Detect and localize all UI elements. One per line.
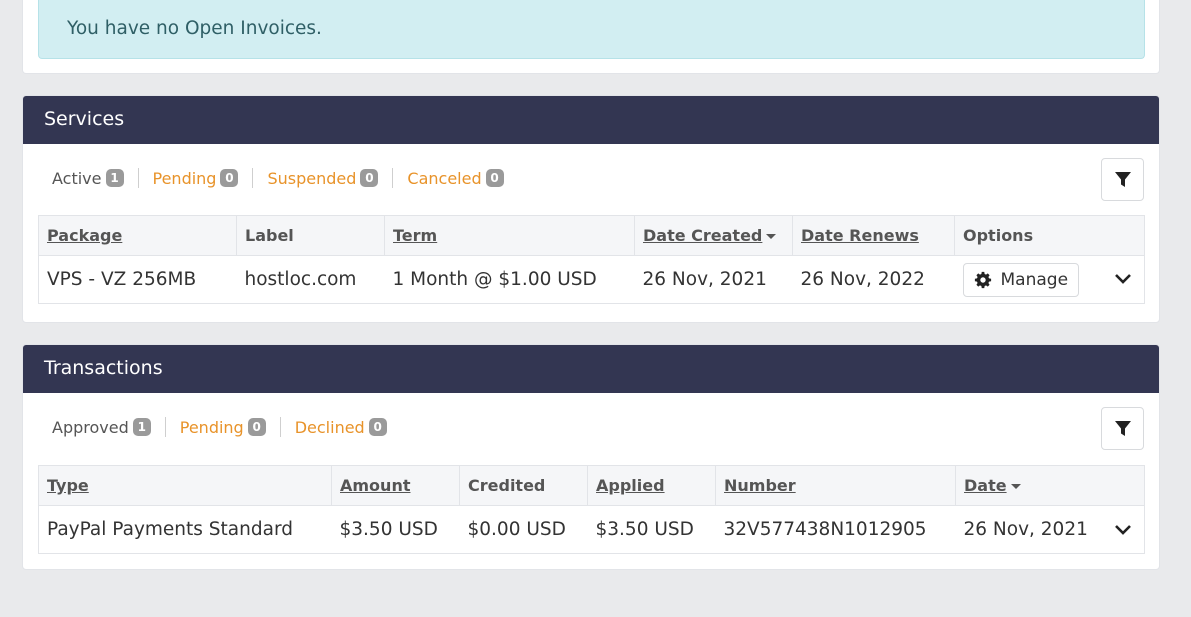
- divider: [137, 168, 139, 188]
- filter-canceled[interactable]: Canceled 0: [407, 169, 504, 188]
- cell-type: PayPal Payments Standard: [47, 519, 293, 540]
- filter-pending[interactable]: Pending 0: [180, 418, 266, 437]
- filter-canceled-count: 0: [485, 169, 504, 187]
- gear-icon: [974, 271, 991, 288]
- table-header-row: Type Amount Credited Applied Number Date: [38, 465, 1145, 506]
- table-row[interactable]: VPS - VZ 256MB hostloc.com 1 Month @ $1.…: [39, 256, 1145, 304]
- col-package[interactable]: Package: [38, 215, 237, 256]
- chevron-down-icon[interactable]: [1114, 273, 1132, 285]
- filter-active-label[interactable]: Active: [52, 169, 102, 188]
- services-status-filters: Active 1 Pending 0 Suspended 0 Canceled …: [52, 168, 504, 188]
- filter-declined[interactable]: Declined 0: [295, 418, 387, 437]
- transactions-filter-button[interactable]: [1101, 407, 1144, 450]
- col-type[interactable]: Type: [38, 465, 332, 506]
- filter-declined-label[interactable]: Declined: [295, 418, 365, 437]
- chevron-down-icon[interactable]: [1114, 524, 1132, 536]
- transactions-card: Transactions Approved 1 Pending 0 Declin…: [22, 344, 1160, 570]
- transactions-header: Transactions: [23, 345, 1159, 393]
- col-term[interactable]: Term: [384, 215, 635, 256]
- filter-icon: [1114, 171, 1131, 187]
- services-title: Services: [44, 108, 125, 130]
- sort-desc-icon: [1010, 484, 1021, 489]
- filter-pending-label[interactable]: Pending: [180, 418, 244, 437]
- filter-declined-count: 0: [368, 418, 387, 436]
- transactions-status-filters: Approved 1 Pending 0 Declined 0: [52, 417, 387, 437]
- transactions-title: Transactions: [44, 357, 163, 379]
- manage-button[interactable]: Manage: [962, 262, 1080, 297]
- services-header: Services: [23, 96, 1159, 144]
- col-number[interactable]: Number: [715, 465, 956, 506]
- col-options: Options: [954, 215, 1145, 256]
- cell-package: VPS - VZ 256MB: [47, 269, 197, 290]
- filter-pending-count: 0: [247, 418, 266, 436]
- table-row[interactable]: PayPal Payments Standard $3.50 USD $0.00…: [39, 506, 1145, 554]
- transactions-table: Type Amount Credited Applied Number Date…: [38, 465, 1145, 554]
- col-applied[interactable]: Applied: [587, 465, 716, 506]
- divider: [392, 168, 394, 188]
- cell-options: Manage: [955, 256, 1145, 304]
- filter-canceled-label[interactable]: Canceled: [407, 169, 481, 188]
- col-amount[interactable]: Amount: [331, 465, 460, 506]
- services-table: Package Label Term Date Created Date Ren…: [38, 215, 1145, 304]
- invoices-card: You have no Open Invoices.: [22, 0, 1160, 74]
- services-card: Services Active 1 Pending 0 Suspended 0 …: [22, 95, 1160, 323]
- filter-active-count: 1: [105, 169, 124, 187]
- alert-text: You have no Open Invoices.: [67, 18, 322, 39]
- manage-button-label: Manage: [1000, 269, 1069, 290]
- col-label: Label: [236, 215, 385, 256]
- filter-approved[interactable]: Approved 1: [52, 418, 151, 437]
- no-invoices-alert: You have no Open Invoices.: [38, 0, 1145, 59]
- filter-approved-label[interactable]: Approved: [52, 418, 129, 437]
- col-date-label[interactable]: Date: [964, 476, 1007, 495]
- col-date[interactable]: Date: [955, 465, 1145, 506]
- filter-icon: [1114, 420, 1131, 436]
- cell-date-renews: 26 Nov, 2022: [800, 269, 925, 290]
- filter-suspended[interactable]: Suspended 0: [267, 169, 379, 188]
- col-credited: Credited: [459, 465, 588, 506]
- filter-suspended-label[interactable]: Suspended: [267, 169, 356, 188]
- col-date-created-label[interactable]: Date Created: [643, 226, 762, 245]
- filter-pending-label[interactable]: Pending: [153, 169, 217, 188]
- filter-active[interactable]: Active 1: [52, 169, 124, 188]
- divider: [279, 417, 281, 437]
- col-date-renews[interactable]: Date Renews: [792, 215, 955, 256]
- sort-desc-icon: [766, 234, 777, 239]
- cell-applied: $3.50 USD: [595, 519, 694, 540]
- cell-date-text: 26 Nov, 2021: [963, 519, 1088, 540]
- divider: [252, 168, 254, 188]
- cell-number: 32V577438N1012905: [723, 519, 927, 540]
- filter-pending[interactable]: Pending 0: [153, 169, 239, 188]
- filter-approved-count: 1: [132, 418, 151, 436]
- cell-date-created: 26 Nov, 2021: [642, 269, 767, 290]
- cell-date: 26 Nov, 2021: [956, 506, 1145, 554]
- cell-term: 1 Month @ $1.00 USD: [392, 269, 597, 290]
- divider: [164, 417, 166, 437]
- services-filter-button[interactable]: [1101, 158, 1144, 201]
- cell-amount: $3.50 USD: [339, 519, 438, 540]
- filter-suspended-count: 0: [360, 169, 379, 187]
- col-date-created[interactable]: Date Created: [634, 215, 793, 256]
- table-header-row: Package Label Term Date Created Date Ren…: [38, 215, 1145, 256]
- cell-credited: $0.00 USD: [467, 519, 566, 540]
- cell-label: hostloc.com: [244, 269, 357, 290]
- filter-pending-count: 0: [220, 169, 239, 187]
